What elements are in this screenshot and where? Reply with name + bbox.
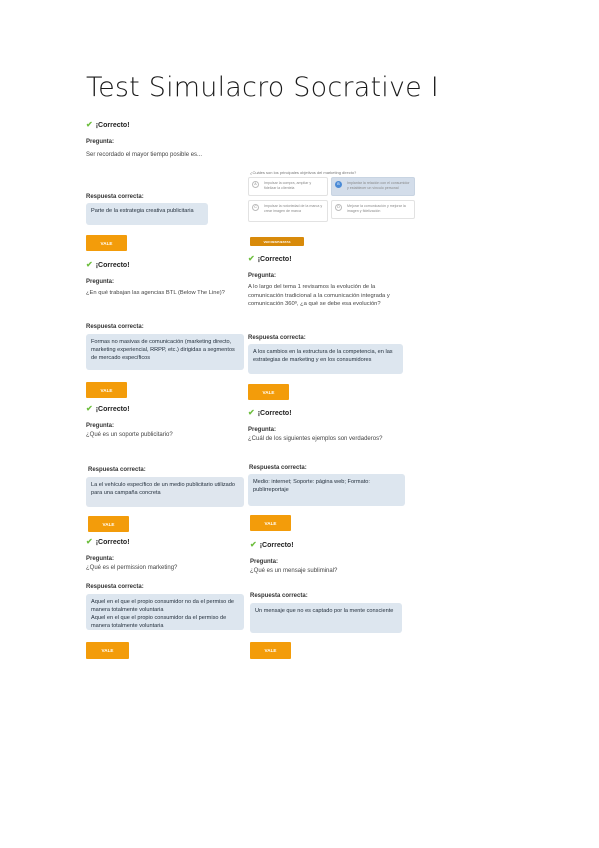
question-text: Ser recordado el mayor tiempo posible es… <box>86 152 203 158</box>
correct-status: ✔ ¡Correcto! <box>86 261 246 269</box>
result-card-4: ✔ ¡Correcto! Pregunta: A lo largo del te… <box>248 255 408 309</box>
answer-line: Aquel en el que el propio consumidor da … <box>91 615 227 629</box>
result-card-5: ✔ ¡Correcto! Pregunta: ¿Qué es un soport… <box>86 405 246 440</box>
question-text: ¿Cuáles son los principales objetivos de… <box>250 170 357 175</box>
vale-button[interactable]: VALE <box>248 384 289 400</box>
correct-label: ¡Correcto! <box>257 255 292 263</box>
correct-label: ¡Correcto! <box>95 121 130 129</box>
answer-box: Aquel en el que el propio consumidor no … <box>86 594 244 630</box>
result-card-7: ✔ ¡Correcto! Pregunta: ¿Qué es el permis… <box>86 538 246 573</box>
option-text: Impulsar la notoriedad de la marca y cre… <box>264 204 323 213</box>
correct-status: ✔ ¡Correcto! <box>86 405 246 413</box>
answer-box: A los cambios en la estructura de la com… <box>248 344 403 374</box>
correct-status: ✔ ¡Correcto! <box>250 541 410 549</box>
question-label: Pregunta: <box>86 279 115 285</box>
question-label: Pregunta: <box>86 423 115 429</box>
option-text: Mejorar la comunicación y mejorar la ima… <box>347 204 406 213</box>
checkmark-icon: ✔ <box>250 540 257 549</box>
question-text: A lo largo del tema 1 revisamos la evolu… <box>248 284 390 307</box>
answer-label: Respuesta correcta: <box>88 467 146 473</box>
option-text: Implantar la relación con el consumidor … <box>347 181 410 190</box>
option-b[interactable]: B Implantar la relación con el consumido… <box>331 177 415 196</box>
vale-button[interactable]: VALE <box>86 235 127 251</box>
question-label: Pregunta: <box>250 559 279 565</box>
option-c[interactable]: C Impulsar la notoriedad de la marca y c… <box>248 200 328 222</box>
question-text: ¿Qué es un soporte publicitario? <box>86 432 173 438</box>
answer-box: Parte de la estrategia creativa publicit… <box>86 203 208 225</box>
question-text: ¿Qué es un mensaje subliminal? <box>250 568 338 574</box>
answer-label: Respuesta correcta: <box>249 465 307 471</box>
question-label: Pregunta: <box>86 556 115 562</box>
correct-status: ✔ ¡Correcto! <box>248 255 408 263</box>
checkmark-icon: ✔ <box>86 260 93 269</box>
question-label: Pregunta: <box>86 139 115 145</box>
result-card-8: ✔ ¡Correcto! Pregunta: ¿Qué es un mensaj… <box>250 541 410 576</box>
answer-label: Respuesta correcta: <box>86 584 144 590</box>
answer-box: Medio: internet; Soporte: página web; Fo… <box>248 474 405 506</box>
question-text: ¿Qué es el permission marketing? <box>86 565 178 571</box>
page-title: Test Simulacro Socrative I <box>86 72 439 103</box>
correct-label: ¡Correcto! <box>95 538 130 546</box>
option-letter: D <box>335 204 342 211</box>
checkmark-icon: ✔ <box>248 408 255 417</box>
option-letter: B <box>335 181 342 188</box>
option-text: Impulsar la compra, ampliar y fidelizar … <box>264 181 312 190</box>
option-letter: A <box>252 181 259 188</box>
checkmark-icon: ✔ <box>86 537 93 546</box>
result-card-6: ✔ ¡Correcto! Pregunta: ¿Cuál de los sigu… <box>248 409 408 444</box>
checkmark-icon: ✔ <box>86 120 93 129</box>
question-text: ¿Cuál de los siguientes ejemplos son ver… <box>248 436 383 442</box>
question-label: Pregunta: <box>248 273 277 279</box>
option-letter: C <box>252 204 259 211</box>
correct-label: ¡Correcto! <box>95 405 130 413</box>
correct-status: ✔ ¡Correcto! <box>86 538 246 546</box>
checkmark-icon: ✔ <box>248 254 255 263</box>
option-a[interactable]: A Impulsar la compra, ampliar y fideliza… <box>248 177 328 196</box>
question-text: ¿En qué trabajan las agencias BTL (Below… <box>86 290 225 296</box>
correct-label: ¡Correcto! <box>259 541 294 549</box>
vale-button[interactable]: VALE <box>88 516 129 532</box>
answer-box: La el vehículo específico de un medio pu… <box>86 477 244 507</box>
question-label: Pregunta: <box>248 427 277 433</box>
answer-box: Un mensaje que no es captado por la ment… <box>250 603 402 633</box>
answer-line: Aquel en el que el propio consumidor no … <box>91 599 235 613</box>
vale-button[interactable]: VALE <box>250 515 291 531</box>
correct-status: ✔ ¡Correcto! <box>248 409 408 417</box>
result-card-3: ✔ ¡Correcto! Pregunta: ¿En qué trabajan … <box>86 261 246 298</box>
answer-box: Formas no masivas de comunicación (marke… <box>86 334 244 370</box>
result-card-1: ✔ ¡Correcto! Pregunta: Ser recordado el … <box>86 121 246 160</box>
answer-label: Respuesta correcta: <box>86 194 144 200</box>
vale-button[interactable]: VALE <box>250 642 291 659</box>
vale-button[interactable]: VALE <box>86 382 127 398</box>
correct-label: ¡Correcto! <box>257 409 292 417</box>
option-d[interactable]: D Mejorar la comunicación y mejorar la i… <box>331 200 415 219</box>
answer-label: Respuesta correcta: <box>248 335 306 341</box>
see-answers-button[interactable]: VER RESPUESTAS <box>250 237 304 246</box>
vale-button[interactable]: VALE <box>86 642 129 659</box>
correct-label: ¡Correcto! <box>95 261 130 269</box>
checkmark-icon: ✔ <box>86 404 93 413</box>
correct-status: ✔ ¡Correcto! <box>86 121 246 129</box>
answer-label: Respuesta correcta: <box>86 324 144 330</box>
answer-label: Respuesta correcta: <box>250 593 308 599</box>
